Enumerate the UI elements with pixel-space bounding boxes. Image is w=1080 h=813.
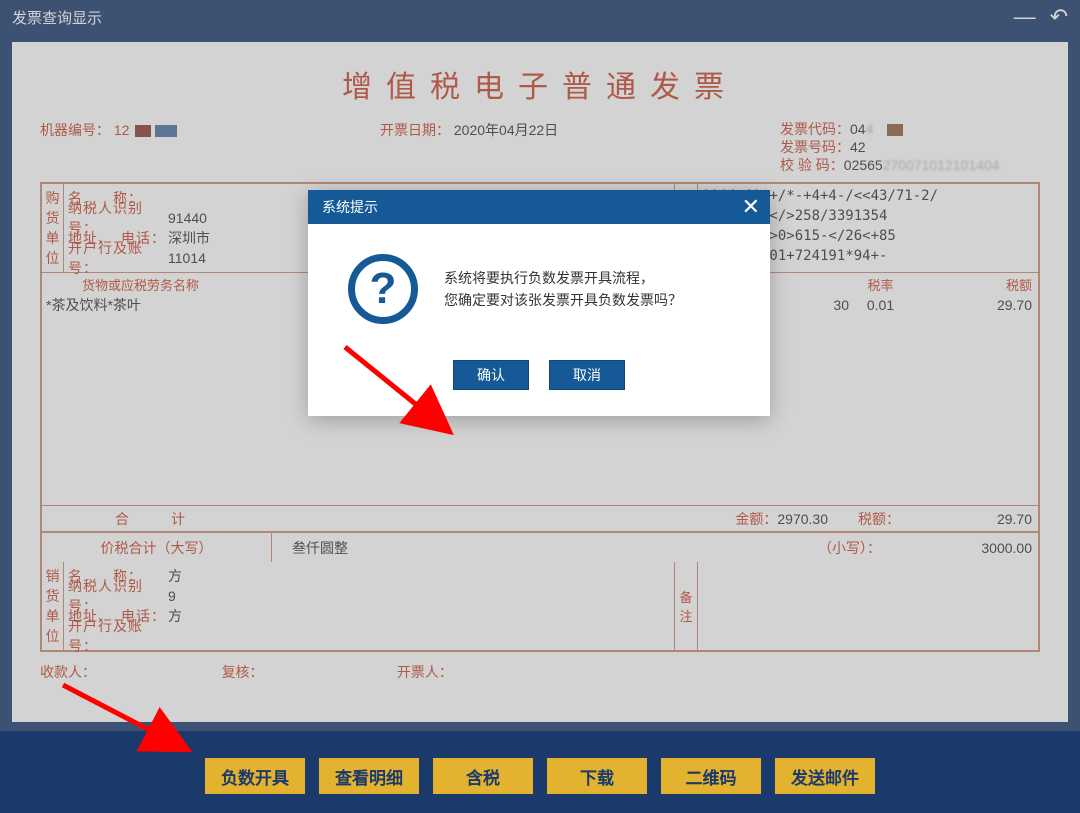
total-label: 合 计 xyxy=(42,509,272,529)
sum-label: 价税合计（大写） xyxy=(42,533,272,562)
total-tax: 29.70 xyxy=(918,511,1038,527)
download-button[interactable]: 下载 xyxy=(547,758,647,794)
back-icon[interactable]: ↶ xyxy=(1050,6,1068,28)
bottom-toolbar: 负数开具 查看明细 含税 下载 二维码 发送邮件 xyxy=(0,731,1080,813)
cancel-button[interactable]: 取消 xyxy=(549,360,625,390)
qrcode-button[interactable]: 二维码 xyxy=(661,758,761,794)
number-value: 42 xyxy=(850,139,866,155)
machine-label: 机器编号： xyxy=(40,122,110,138)
confirm-dialog: 系统提示 ✕ ? 系统将要执行负数发票开具流程， 您确定要对该张发票开具负数发票… xyxy=(308,190,770,416)
minimize-icon[interactable]: — xyxy=(1014,6,1036,28)
sum-cap: 叁仟圆整 xyxy=(272,538,818,558)
sum-small: 3000.00 xyxy=(918,540,1038,556)
send-email-button[interactable]: 发送邮件 xyxy=(775,758,875,794)
tax-included-button[interactable]: 含税 xyxy=(433,758,533,794)
code-value: 04 xyxy=(850,121,866,137)
code-label: 发票代码： xyxy=(780,121,850,137)
date-value: 2020年04月22日 xyxy=(454,122,558,138)
check-label: 校 验 码： xyxy=(780,157,844,173)
view-detail-button[interactable]: 查看明细 xyxy=(319,758,419,794)
negative-issue-button[interactable]: 负数开具 xyxy=(205,758,305,794)
number-label: 发票号码： xyxy=(780,139,850,155)
confirm-button[interactable]: 确认 xyxy=(453,360,529,390)
close-icon[interactable]: ✕ xyxy=(742,196,760,218)
seller-section-label: 销货单位 xyxy=(42,562,64,650)
check-value: 02565 xyxy=(844,157,883,173)
remarks-text xyxy=(698,562,1038,650)
question-icon: ? xyxy=(348,254,418,324)
window-title: 发票查询显示 xyxy=(12,7,102,28)
dialog-title: 系统提示 xyxy=(322,197,378,217)
machine-value: 12 xyxy=(114,122,130,138)
total-amount: 2970.30 xyxy=(777,511,858,527)
date-label: 开票日期： xyxy=(380,122,450,138)
remarks-section-label: 备注 xyxy=(674,562,698,650)
seller-info: 名 称：方 纳税人识别号：9 地址、 电话：方 开户行及账号： xyxy=(64,562,674,650)
dialog-message: 系统将要执行负数发票开具流程， 您确定要对该张发票开具负数发票吗？ xyxy=(444,267,682,311)
invoice-title: 增值税电子普通发票 xyxy=(40,62,1040,106)
footer-line: 收款人： 复核： 开票人： xyxy=(40,662,1040,682)
invoice-header: 机器编号： 12 开票日期： 2020年04月22日 发票代码：044 发票号码… xyxy=(40,120,1040,174)
buyer-section-label: 购货单位 xyxy=(42,184,64,272)
window-titlebar: 发票查询显示 — ↶ xyxy=(0,0,1080,34)
